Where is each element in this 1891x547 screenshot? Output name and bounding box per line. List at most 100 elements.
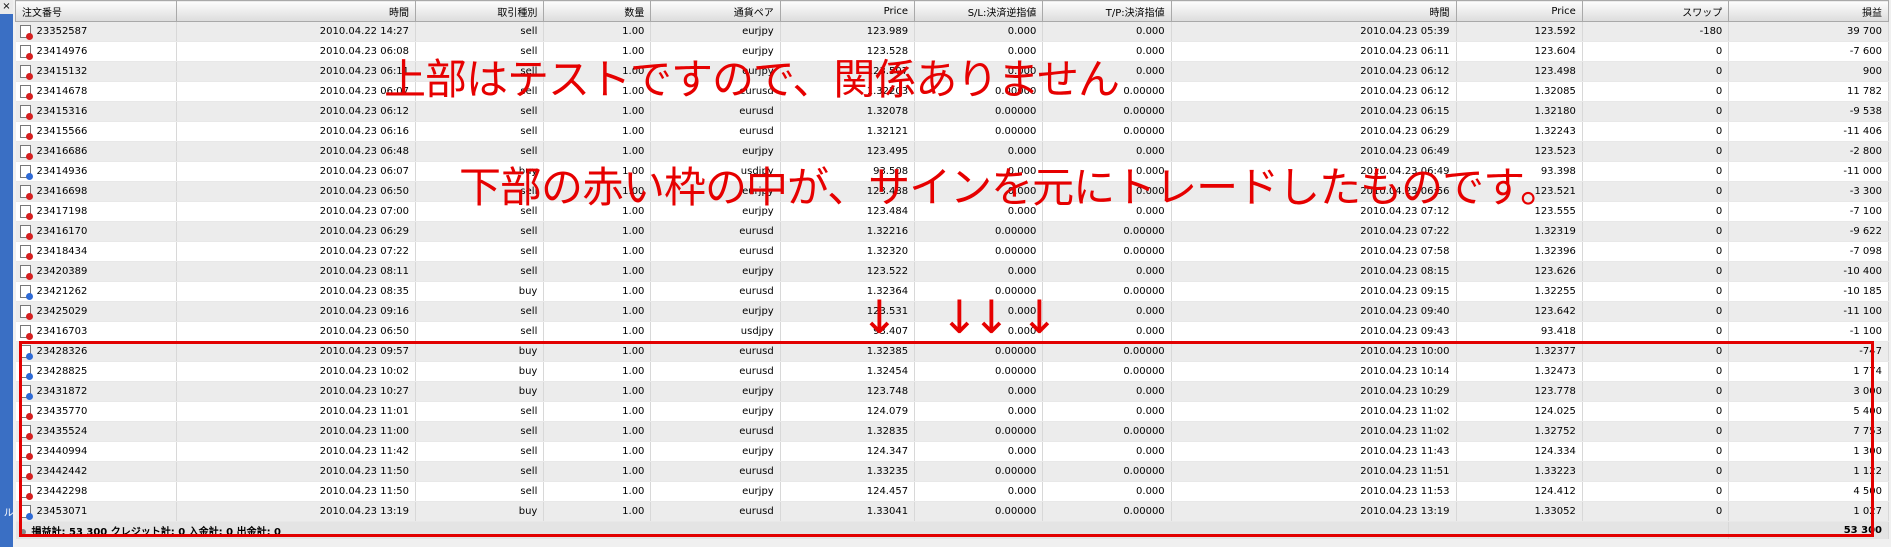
table-row[interactable]: 23428326 2010.04.23 09:57 buy 1.00 eurusd 1.3… [15,341,1889,362]
cell-sl: 0.00000 [914,361,1044,382]
col-header-symbol[interactable]: 通貨ペア [650,0,781,22]
cell-lots: 1.00 [543,161,652,182]
table-row[interactable]: 23453071 2010.04.23 13:19 buy 1.00 eurusd 1.3… [15,501,1889,522]
order-number: 23416686 [36,146,88,157]
cell-lots: 1.00 [543,41,652,62]
cell-profit: 3 000 [1728,381,1889,402]
cell-open-price: 1.33235 [780,461,916,482]
cell-type: sell [415,461,545,482]
table-row[interactable]: 23428825 2010.04.23 10:02 buy 1.00 eurusd 1.3… [15,361,1889,382]
cell-close-price: 1.32255 [1456,281,1583,302]
close-icon[interactable]: × [0,0,13,14]
sell-order-icon [19,185,33,200]
table-row[interactable]: 23415566 2010.04.23 06:16 sell 1.00 eurusd 1.… [15,121,1889,142]
table-row[interactable]: 23421262 2010.04.23 08:35 buy 1.00 eurusd 1.3… [15,281,1889,302]
cell-lots: 1.00 [543,121,652,142]
summary-icon [19,529,26,535]
col-header-swap[interactable]: スワップ [1581,0,1730,22]
cell-close-price: 123.778 [1456,381,1583,402]
cell-tp: 0.000 [1042,181,1172,202]
table-row[interactable]: 23352587 2010.04.22 14:27 sell 1.00 eurjpy 12… [15,21,1889,42]
col-header-open-time[interactable]: 時間 [175,0,417,22]
cell-close-time: 2010.04.23 06:12 [1171,61,1457,82]
table-row[interactable]: 23442298 2010.04.23 11:50 sell 1.00 eurjpy 12… [15,481,1889,502]
table-row[interactable]: 23420389 2010.04.23 08:11 sell 1.00 eurjpy 12… [15,261,1889,282]
account-history-table: 注文番号 時間 取引種別 数量 通貨ペア Price S/L:決済逆指値 T/P… [15,0,1889,539]
col-header-close-time[interactable]: 時間 [1170,0,1457,22]
table-row[interactable]: 23431872 2010.04.23 10:27 buy 1.00 eurjpy 123… [15,381,1889,402]
col-header-lots[interactable]: 数量 [543,0,652,22]
table-row[interactable]: 23435524 2010.04.23 11:00 sell 1.00 eurusd 1.… [15,421,1889,442]
table-row[interactable]: 23414936 2010.04.23 06:07 buy 1.00 usdjpy 93.… [15,161,1889,182]
cell-open-time: 2010.04.23 11:50 [176,461,417,482]
cell-close-time: 2010.04.23 11:02 [1171,401,1457,422]
cell-lots: 1.00 [543,201,652,222]
cell-swap: -180 [1582,21,1730,42]
cell-close-price: 1.32243 [1456,121,1583,142]
cell-tp: 0.00000 [1042,421,1172,442]
cell-close-time: 2010.04.23 10:00 [1171,341,1457,362]
col-header-type[interactable]: 取引種別 [415,0,545,22]
terminal-vertical-title: ル [1,507,12,517]
cell-order: 23420389 [15,261,177,282]
sell-order-icon [19,125,33,140]
cell-tp: 0.00000 [1042,501,1172,522]
table-row[interactable]: 23414976 2010.04.23 06:08 sell 1.00 eurjpy 12… [15,41,1889,62]
table-row[interactable]: 23415132 2010.04.23 06:11 sell 1.00 eurjpy 12… [15,61,1889,82]
col-header-profit[interactable]: 損益 [1728,0,1889,22]
cell-swap: 0 [1582,161,1730,182]
order-number: 23418434 [36,246,88,257]
order-number: 23440994 [36,446,88,457]
cell-open-price: 123.495 [780,141,916,162]
table-row[interactable]: 23417198 2010.04.23 07:00 sell 1.00 eurjpy 12… [15,201,1889,222]
table-row[interactable]: 23416686 2010.04.23 06:48 sell 1.00 eurjpy 12… [15,141,1889,162]
col-header-tp[interactable]: T/P:決済指値 [1042,0,1172,22]
cell-open-time: 2010.04.23 06:16 [176,121,417,142]
table-row[interactable]: 23418434 2010.04.23 07:22 sell 1.00 eurusd 1.… [15,241,1889,262]
sell-order-icon [19,65,33,80]
table-row[interactable]: 23425029 2010.04.23 09:16 sell 1.00 eurjpy 12… [15,301,1889,322]
cell-symbol: eurjpy [650,201,781,222]
cell-order: 23414678 [15,81,177,102]
order-number: 23420389 [36,266,88,277]
order-number: 23352587 [36,26,88,37]
cell-symbol: eurusd [650,121,781,142]
cell-symbol: eurusd [650,461,781,482]
cell-lots: 1.00 [543,241,652,262]
table-row[interactable]: 23416698 2010.04.23 06:50 sell 1.00 eurjpy 12… [15,181,1889,202]
cell-profit: 7 753 [1728,421,1889,442]
cell-open-time: 2010.04.22 14:27 [176,21,417,42]
cell-close-price: 1.32396 [1456,241,1583,262]
col-header-open-price[interactable]: Price [779,0,916,22]
cell-profit: -2 800 [1728,141,1889,162]
cell-profit: 1 122 [1728,461,1889,482]
cell-symbol: eurjpy [650,181,781,202]
cell-open-price: 124.079 [780,401,916,422]
col-header-close-price[interactable]: Price [1455,0,1583,22]
cell-sl: 0.000 [914,181,1044,202]
table-row[interactable]: 23416170 2010.04.23 06:29 sell 1.00 eurusd 1.… [15,221,1889,242]
table-row[interactable]: 23416703 2010.04.23 06:50 sell 1.00 usdjpy 93… [15,321,1889,342]
cell-open-time: 2010.04.23 06:29 [176,221,417,242]
cell-tp: 0.000 [1042,141,1172,162]
col-header-sl[interactable]: S/L:決済逆指値 [914,0,1044,22]
col-header-order[interactable]: 注文番号 [15,0,177,22]
table-row[interactable]: 23414678 2010.04.23 06:07 sell 1.00 eurusd 1.… [15,81,1889,102]
cell-sl: 0.00000 [914,121,1044,142]
table-row[interactable]: 23415316 2010.04.23 06:12 sell 1.00 eurusd 1.… [15,101,1889,122]
order-number: 23435770 [36,406,88,417]
table-row[interactable]: 23442442 2010.04.23 11:50 sell 1.00 eurusd 1.… [15,461,1889,482]
cell-lots: 1.00 [543,181,652,202]
cell-type: sell [415,221,545,242]
cell-order: 23417198 [15,201,177,222]
cell-close-price: 1.33223 [1456,461,1583,482]
cell-sl: 0.000 [914,441,1044,462]
cell-symbol: eurusd [650,341,781,362]
table-row[interactable]: 23440994 2010.04.23 11:42 sell 1.00 eurjpy 12… [15,441,1889,462]
cell-open-price: 123.531 [780,301,916,322]
cell-tp: 0.000 [1042,21,1172,42]
cell-close-time: 2010.04.23 06:49 [1171,161,1457,182]
table-row[interactable]: 23435770 2010.04.23 11:01 sell 1.00 eurjpy 12… [15,401,1889,422]
cell-close-price: 1.33052 [1456,501,1583,522]
cell-close-time: 2010.04.23 09:43 [1171,321,1457,342]
